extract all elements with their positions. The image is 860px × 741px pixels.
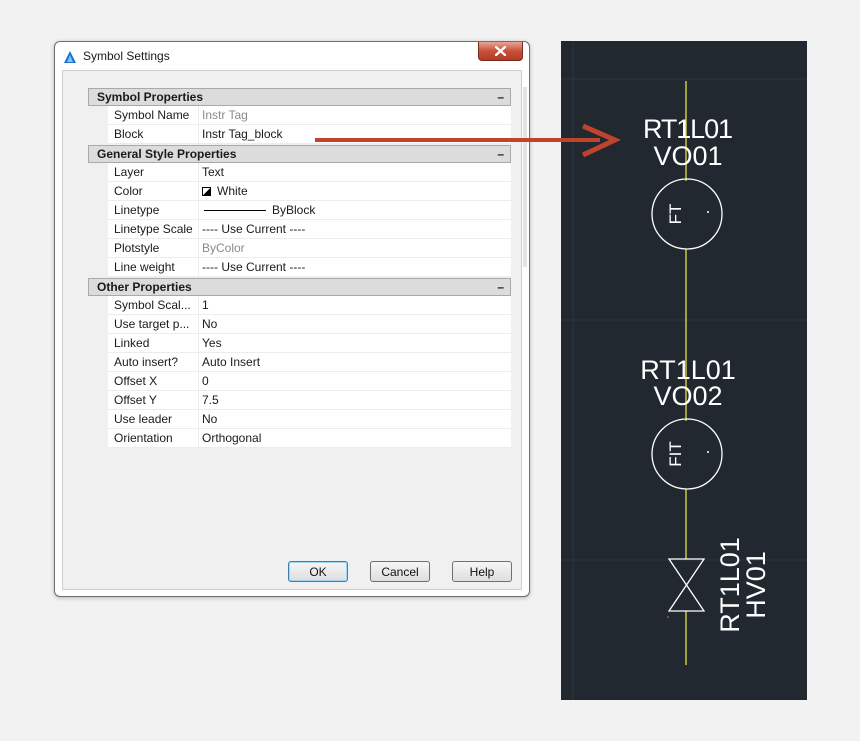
property-value[interactable]: 7.5 <box>199 391 511 409</box>
property-row-plotstyle[interactable]: Plotstyle ByColor <box>108 239 511 258</box>
property-name: Linked <box>108 334 199 352</box>
property-value[interactable]: Orthogonal <box>199 429 511 447</box>
section-title: Symbol Properties <box>97 90 204 104</box>
dialog-title: Symbol Settings <box>83 49 170 63</box>
property-grid: Symbol Properties – Symbol Name Instr Ta… <box>88 87 511 448</box>
drawing-canvas[interactable]: RT1L01 VO01 FT RT1L01 VO02 FIT RT1L01 HV… <box>561 41 807 700</box>
property-name: Color <box>108 182 199 200</box>
property-name: Plotstyle <box>108 239 199 257</box>
linetype-value: ByBlock <box>272 203 316 217</box>
instrument-bubble-2[interactable] <box>651 418 723 490</box>
tag1-line1-text[interactable]: RT1L01 <box>643 114 733 144</box>
property-row-offset-x[interactable]: Offset X 0 <box>108 372 511 391</box>
property-name: Layer <box>108 163 199 181</box>
property-row-linked[interactable]: Linked Yes <box>108 334 511 353</box>
section-header-general-style-properties[interactable]: General Style Properties – <box>88 145 511 163</box>
property-value[interactable]: 0 <box>199 372 511 390</box>
title-bar[interactable]: Symbol Settings <box>55 42 529 70</box>
drawing-svg: RT1L01 VO01 FT RT1L01 VO02 FIT RT1L01 HV… <box>561 41 807 700</box>
property-row-use-leader[interactable]: Use leader No <box>108 410 511 429</box>
property-scrollbar[interactable] <box>523 87 527 267</box>
cancel-button[interactable]: Cancel <box>370 561 430 582</box>
property-name: Use target p... <box>108 315 199 333</box>
property-name: Offset Y <box>108 391 199 409</box>
autocad-logo-icon <box>64 51 76 63</box>
property-row-line-weight[interactable]: Line weight ---- Use Current ---- <box>108 258 511 277</box>
help-button[interactable]: Help <box>452 561 512 582</box>
property-name: Symbol Name <box>108 106 199 124</box>
tag1-line2-text[interactable]: VO01 <box>653 141 722 171</box>
property-name: Orientation <box>108 429 199 447</box>
property-name: Linetype <box>108 201 199 219</box>
close-button[interactable] <box>478 42 523 61</box>
property-row-orientation[interactable]: Orientation Orthogonal <box>108 429 511 448</box>
collapse-icon[interactable]: – <box>497 281 504 293</box>
valve-insertion-point <box>667 616 669 618</box>
bubble2-text: FIT <box>666 441 685 467</box>
tag2-line2-text[interactable]: VO02 <box>653 381 722 411</box>
property-name: Line weight <box>108 258 199 276</box>
color-value: White <box>217 184 248 198</box>
instrument-bubble-1[interactable] <box>651 178 723 250</box>
property-row-block[interactable]: Block Instr Tag_block <box>108 125 511 144</box>
property-row-symbol-scale[interactable]: Symbol Scal... 1 <box>108 296 511 315</box>
close-icon <box>495 46 506 56</box>
property-name: Linetype Scale <box>108 220 199 238</box>
property-value-linetype[interactable]: ByBlock <box>199 201 511 219</box>
collapse-icon[interactable]: – <box>497 91 504 103</box>
property-value: ByColor <box>202 241 245 255</box>
property-row-use-target[interactable]: Use target p... No <box>108 315 511 334</box>
property-row-auto-insert[interactable]: Auto insert? Auto Insert <box>108 353 511 372</box>
property-name: Offset X <box>108 372 199 390</box>
gate-valve-symbol[interactable] <box>667 558 706 612</box>
property-value[interactable]: No <box>199 410 511 428</box>
property-value[interactable]: Text <box>199 163 511 181</box>
valve-tag-line2-text[interactable]: HV01 <box>741 551 771 619</box>
property-row-symbol-name[interactable]: Symbol Name Instr Tag <box>108 106 511 125</box>
property-value[interactable]: 1 <box>199 296 511 314</box>
property-row-linetype-scale[interactable]: Linetype Scale ---- Use Current ---- <box>108 220 511 239</box>
bubble1-dot <box>707 211 709 213</box>
property-value: Instr Tag <box>202 108 248 122</box>
property-name: Auto insert? <box>108 353 199 371</box>
property-row-offset-y[interactable]: Offset Y 7.5 <box>108 391 511 410</box>
property-row-linetype[interactable]: Linetype ByBlock <box>108 201 511 220</box>
property-value[interactable]: Auto Insert <box>199 353 511 371</box>
property-name: Symbol Scal... <box>108 296 199 314</box>
section-header-other-properties[interactable]: Other Properties – <box>88 278 511 296</box>
property-value[interactable]: ---- Use Current ---- <box>199 220 511 238</box>
collapse-icon[interactable]: – <box>497 148 504 160</box>
property-name: Use leader <box>108 410 199 428</box>
section-title: General Style Properties <box>97 147 237 161</box>
symbol-settings-dialog: Symbol Settings Symbol Properties – Symb… <box>54 41 530 597</box>
property-value[interactable]: Yes <box>199 334 511 352</box>
property-row-layer[interactable]: Layer Text <box>108 163 511 182</box>
section-header-symbol-properties[interactable]: Symbol Properties – <box>88 88 511 106</box>
linetype-sample <box>204 209 266 211</box>
bubble2-dot <box>707 451 709 453</box>
ok-button[interactable]: OK <box>288 561 348 582</box>
bubble1-text: FT <box>666 204 685 225</box>
color-swatch-icon <box>202 186 211 196</box>
property-value[interactable]: No <box>199 315 511 333</box>
property-value[interactable]: Instr Tag_block <box>199 125 511 143</box>
section-title: Other Properties <box>97 280 192 294</box>
property-value[interactable]: ---- Use Current ---- <box>199 258 511 276</box>
property-row-color[interactable]: Color White <box>108 182 511 201</box>
property-name: Block <box>108 125 199 143</box>
property-value-color[interactable]: White <box>199 182 511 200</box>
